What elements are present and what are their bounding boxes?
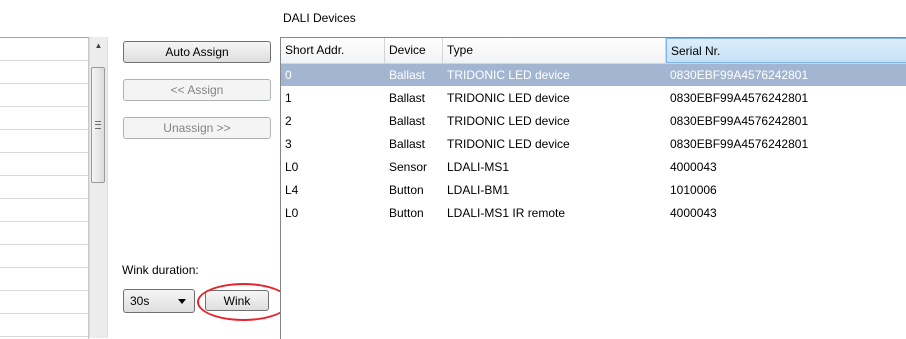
cell-device: Ballast xyxy=(389,114,426,128)
scroll-thumb[interactable] xyxy=(91,67,105,183)
auto-assign-button[interactable]: Auto Assign xyxy=(123,41,271,63)
table-row[interactable]: L0 Button LDALI-MS1 IR remote 4000043 xyxy=(281,202,906,225)
grip-icon xyxy=(95,121,101,129)
list-item[interactable] xyxy=(0,291,88,314)
cell-serial: 0830EBF99A4576242801 xyxy=(670,137,809,151)
chevron-down-icon xyxy=(178,298,186,304)
cell-serial: 4000043 xyxy=(670,160,717,174)
list-item[interactable] xyxy=(0,61,88,84)
cell-serial: 1010006 xyxy=(670,183,717,197)
list-item[interactable] xyxy=(0,245,88,268)
cell-short-addr: L0 xyxy=(285,206,299,220)
cell-type: TRIDONIC LED device xyxy=(447,114,570,128)
cell-device: Button xyxy=(389,206,424,220)
wink-duration-label: Wink duration: xyxy=(122,263,199,277)
unassign-button[interactable]: Unassign >> xyxy=(123,117,271,139)
cell-short-addr: L4 xyxy=(285,183,299,197)
cell-serial: 4000043 xyxy=(670,206,717,220)
cell-type: LDALI-MS1 IR remote xyxy=(447,206,566,220)
cell-short-addr: 2 xyxy=(285,114,292,128)
scroll-up-icon[interactable]: ▲ xyxy=(90,37,107,54)
cell-device: Ballast xyxy=(389,137,426,151)
cell-device: Ballast xyxy=(389,68,426,82)
column-header-type[interactable]: Type xyxy=(443,38,666,63)
list-item[interactable] xyxy=(0,199,88,222)
column-header-serial[interactable]: Serial Nr. xyxy=(666,38,906,63)
cell-type: TRIDONIC LED device xyxy=(447,137,570,151)
cell-device: Button xyxy=(389,183,424,197)
table-row[interactable]: 2 Ballast TRIDONIC LED device 0830EBF99A… xyxy=(281,110,906,133)
cell-serial: 0830EBF99A4576242801 xyxy=(670,114,809,128)
table-row[interactable]: 3 Ballast TRIDONIC LED device 0830EBF99A… xyxy=(281,133,906,156)
cell-serial: 0830EBF99A4576242801 xyxy=(670,68,809,82)
cell-device: Ballast xyxy=(389,91,426,105)
cell-type: TRIDONIC LED device xyxy=(447,68,570,82)
list-item[interactable] xyxy=(0,268,88,291)
cell-short-addr: 1 xyxy=(285,91,292,105)
list-item[interactable] xyxy=(0,153,88,176)
wink-button[interactable]: Wink xyxy=(205,290,269,311)
devices-grid[interactable]: Short Addr. Device Type Serial Nr. 0 Bal… xyxy=(280,37,906,339)
list-item[interactable] xyxy=(0,314,88,337)
list-item[interactable] xyxy=(0,176,88,199)
left-list-scrollbar[interactable]: ▲ xyxy=(89,37,108,338)
assign-button[interactable]: << Assign xyxy=(123,79,271,101)
list-item[interactable] xyxy=(0,38,88,61)
table-row[interactable]: L0 Sensor LDALI-MS1 4000043 xyxy=(281,156,906,179)
list-item[interactable] xyxy=(0,84,88,107)
cell-short-addr: L0 xyxy=(285,160,299,174)
column-header-short-addr[interactable]: Short Addr. xyxy=(281,38,385,63)
list-item[interactable] xyxy=(0,107,88,130)
list-item[interactable] xyxy=(0,130,88,153)
page-title: DALI Devices xyxy=(283,11,356,25)
wink-duration-select[interactable]: 30s xyxy=(123,289,195,313)
cell-type: LDALI-MS1 xyxy=(447,160,510,174)
table-row[interactable]: 1 Ballast TRIDONIC LED device 0830EBF99A… xyxy=(281,87,906,110)
table-row[interactable]: 0 Ballast TRIDONIC LED device 0830EBF99A… xyxy=(281,64,906,87)
cell-device: Sensor xyxy=(389,160,428,174)
cell-type: TRIDONIC LED device xyxy=(447,91,570,105)
table-row[interactable]: L4 Button LDALI-BM1 1010006 xyxy=(281,179,906,202)
wink-duration-value: 30s xyxy=(130,294,150,308)
left-device-list[interactable] xyxy=(0,37,89,339)
cell-short-addr: 0 xyxy=(285,68,292,82)
cell-short-addr: 3 xyxy=(285,137,292,151)
cell-serial: 0830EBF99A4576242801 xyxy=(670,91,809,105)
list-item[interactable] xyxy=(0,222,88,245)
grid-header: Short Addr. Device Type Serial Nr. xyxy=(281,38,906,64)
column-header-device[interactable]: Device xyxy=(385,38,443,63)
cell-type: LDALI-BM1 xyxy=(447,183,510,197)
